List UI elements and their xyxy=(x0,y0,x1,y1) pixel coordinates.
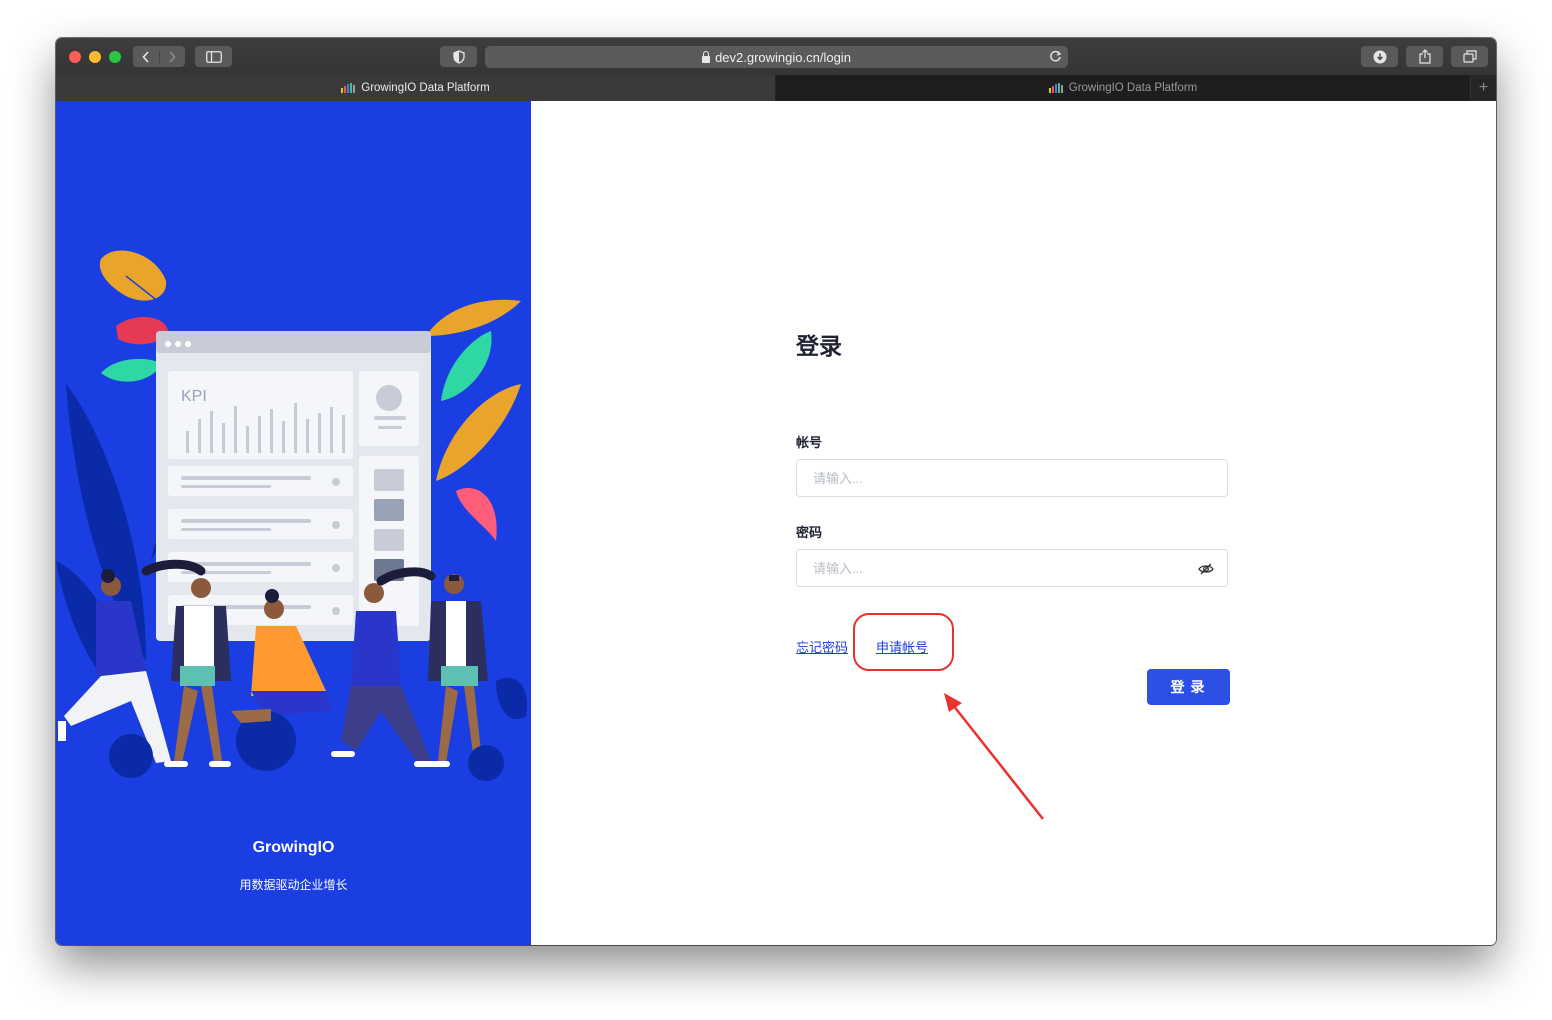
lock-icon xyxy=(702,50,711,63)
team-dashboard-illustration: KPI xyxy=(56,250,527,781)
back-icon[interactable] xyxy=(133,50,160,63)
tab-growingio-active[interactable]: GrowingIO Data Platform xyxy=(56,75,775,101)
login-panel: 登录 帐号 密码 忘记密码 申请帐号 登录 xyxy=(531,101,1496,945)
reload-icon[interactable] xyxy=(1049,50,1062,63)
close-window-button[interactable] xyxy=(69,51,81,63)
login-button[interactable]: 登录 xyxy=(1147,669,1230,705)
browser-window: dev2.growingio.cn/login GrowingIO Data P… xyxy=(56,38,1496,945)
downloads-button[interactable] xyxy=(1361,46,1398,67)
growingio-favicon-icon xyxy=(1048,83,1063,93)
tabs-icon xyxy=(1462,50,1477,63)
maximize-window-button[interactable] xyxy=(109,51,121,63)
sidebar-toggle-button[interactable] xyxy=(195,46,232,67)
brand-panel: KPI GrowingIO 用数据驱动企业增长 xyxy=(56,101,531,945)
url-text: dev2.growingio.cn/login xyxy=(715,49,851,65)
share-icon xyxy=(1418,49,1431,64)
forgot-password-link[interactable]: 忘记密码 xyxy=(796,637,848,656)
forward-icon[interactable] xyxy=(160,50,186,63)
privacy-report-button[interactable] xyxy=(440,46,477,67)
tab-title: GrowingIO Data Platform xyxy=(361,82,490,94)
eye-hidden-icon[interactable] xyxy=(1198,561,1214,577)
address-bar[interactable]: dev2.growingio.cn/login xyxy=(485,46,1068,68)
login-title: 登录 xyxy=(796,333,842,359)
password-label: 密码 xyxy=(796,525,823,540)
tab-title: GrowingIO Data Platform xyxy=(1068,82,1198,94)
brand-slogan: 用数据驱动企业增长 xyxy=(239,878,348,892)
apply-account-link[interactable]: 申请帐号 xyxy=(876,637,928,656)
brand-name: GrowingIO xyxy=(252,839,335,856)
growingio-favicon-icon xyxy=(341,83,356,93)
password-input[interactable] xyxy=(796,549,1228,587)
new-tab-button[interactable]: + xyxy=(1470,75,1496,101)
sidebar-icon xyxy=(205,50,222,63)
browser-toolbar: dev2.growingio.cn/login xyxy=(56,38,1496,75)
history-nav-group xyxy=(133,46,185,67)
download-icon xyxy=(1373,50,1387,64)
minimize-window-button[interactable] xyxy=(89,51,101,63)
shield-icon xyxy=(452,49,465,64)
kpi-text: KPI xyxy=(181,388,207,405)
account-label: 帐号 xyxy=(796,435,823,450)
share-button[interactable] xyxy=(1406,46,1443,67)
plus-icon: + xyxy=(1478,79,1489,96)
tab-growingio-inactive[interactable]: GrowingIO Data Platform xyxy=(776,75,1470,101)
tab-bar: GrowingIO Data Platform GrowingIO Data P… xyxy=(56,75,1496,101)
account-input[interactable] xyxy=(796,459,1228,497)
tab-overview-button[interactable] xyxy=(1451,46,1488,67)
